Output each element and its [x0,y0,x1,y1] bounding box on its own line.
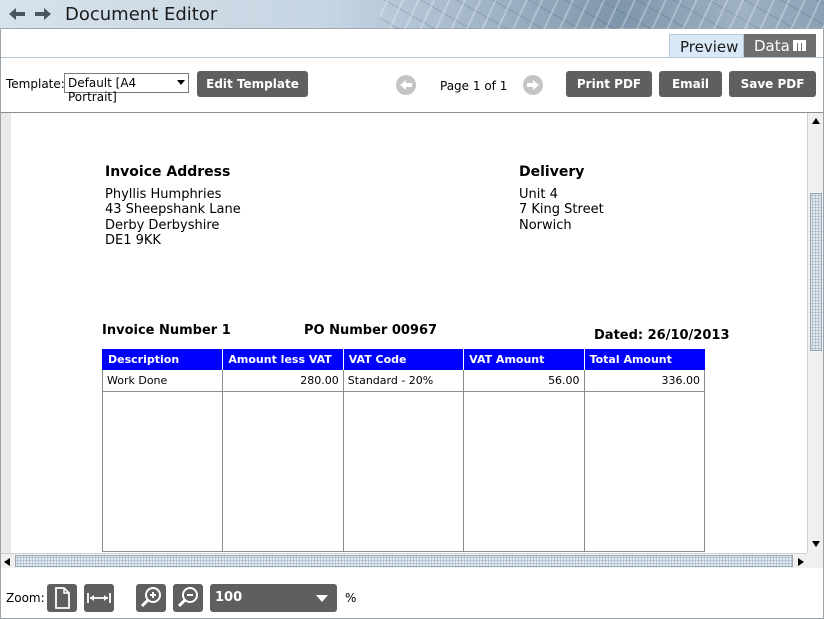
tab-data[interactable]: Data [744,34,816,58]
invoice-address-line: Derby Derbyshire [105,218,220,233]
save-pdf-button[interactable]: Save PDF [729,71,816,97]
table-row-empty [101,391,706,552]
page-indicator: Page 1 of 1 [440,79,508,93]
table-cell: 56.00 [463,370,585,392]
delivery-address-line: Norwich [519,218,572,233]
scroll-down-icon[interactable] [811,540,821,548]
table-cell: Standard - 20% [342,370,465,392]
title-bar: Document Editor [0,0,824,29]
template-select[interactable]: Default [A4 Portrait] [64,73,189,104]
table-cell [583,391,706,552]
document-viewport[interactable]: Invoice Address Phyllis Humphries 43 She… [1,113,807,553]
po-number: PO Number 00967 [304,323,438,338]
table-cell [222,391,344,552]
next-page-button[interactable] [523,75,543,95]
table-cell [101,391,224,552]
delivery-address-line: Unit 4 [519,187,558,202]
grid-icon [793,40,806,51]
tab-preview-label: Preview [680,38,739,56]
template-label: Template: [6,77,65,91]
page-icon [55,587,70,609]
invoice-address-line: DE1 9KK [105,233,161,248]
table-row: Work Done 280.00 Standard - 20% 56.00 33… [101,370,706,392]
delivery-heading: Delivery [519,164,585,180]
chevron-down-icon [316,595,328,602]
column-header: VAT Code [342,349,464,370]
fit-page-button[interactable] [47,584,77,612]
vertical-scrollbar[interactable] [807,113,823,553]
table-cell: 336.00 [583,370,706,392]
scroll-right-icon[interactable] [797,557,805,567]
invoice-date: Dated: 26/10/2013 [594,328,730,343]
invoice-address-heading: Invoice Address [105,164,231,180]
column-header: Amount less VAT [222,349,344,370]
print-pdf-button[interactable]: Print PDF [566,71,652,97]
forward-arrow-icon[interactable] [34,7,52,21]
document-page: Invoice Address Phyllis Humphries 43 She… [11,113,807,553]
column-header: Total Amount [583,349,705,370]
invoice-table: Description Amount less VAT VAT Code VAT… [101,349,706,552]
email-button[interactable]: Email [659,71,722,97]
zoom-unit: % [345,591,357,605]
table-cell [463,391,585,552]
title-bar-pattern [380,0,824,29]
tab-preview[interactable]: Preview [669,34,744,58]
zoom-in-button[interactable] [136,584,166,612]
column-header: Description [101,349,223,370]
chevron-down-icon [177,80,185,85]
fit-width-icon [87,593,111,603]
table-cell: 280.00 [222,370,344,392]
column-header: VAT Amount [463,349,585,370]
tab-divider [1,57,823,58]
edit-template-button[interactable]: Edit Template [197,71,308,97]
zoom-in-icon [140,587,161,608]
horizontal-scroll-thumb[interactable] [15,555,793,567]
window-title: Document Editor [65,4,218,25]
previous-page-button[interactable] [396,75,416,95]
vertical-scroll-thumb[interactable] [810,193,822,351]
table-cell: Work Done [101,370,224,392]
invoice-address-line: Phyllis Humphries [105,187,222,202]
zoom-label: Zoom: [6,591,45,605]
invoice-address-line: 43 Sheepshank Lane [105,202,241,217]
delivery-address-line: 7 King Street [519,202,604,217]
fit-width-button[interactable] [84,584,114,612]
back-arrow-icon[interactable] [8,7,26,21]
scroll-left-icon[interactable] [3,557,11,567]
invoice-number: Invoice Number 1 [102,323,231,338]
zoom-out-icon [177,587,198,608]
scroll-corner [807,553,823,568]
zoom-level-value: 100 [215,590,243,605]
table-cell [342,391,465,552]
scroll-up-icon[interactable] [811,117,821,125]
tab-data-label: Data [754,37,790,55]
table-header-row: Description Amount less VAT VAT Code VAT… [101,349,705,370]
horizontal-scrollbar[interactable] [1,553,807,568]
zoom-level-select[interactable]: 100 [210,584,337,612]
zoom-out-button[interactable] [173,584,203,612]
left-arrow-icon [400,80,412,90]
right-arrow-icon [527,80,539,90]
